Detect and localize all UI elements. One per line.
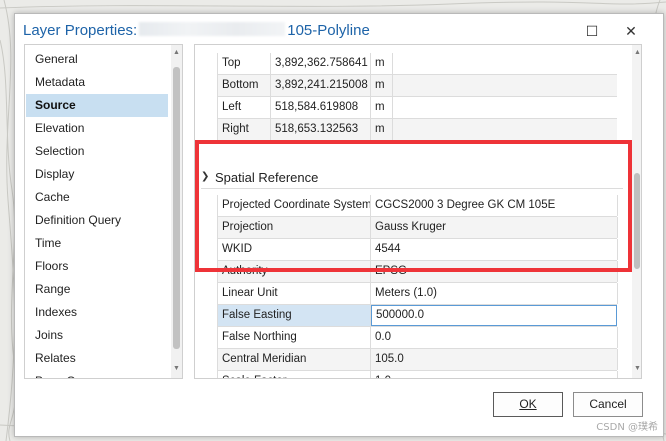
maximize-icon[interactable]: ☐ [581,20,603,42]
watermark-text: CSDN @璞希 [596,422,658,433]
sr-row-scale-factor: Scale Factor 1.0 [217,371,618,378]
extent-key: Top [218,53,271,74]
nav-item-time[interactable]: Time [26,232,168,255]
nav-item-source[interactable]: Source [26,94,168,117]
sr-key: Linear Unit [218,283,371,304]
false-easting-input[interactable]: 500000.0 [371,305,617,326]
property-page-list: General Metadata Source Elevation Select… [24,44,183,379]
nav-item-general[interactable]: General [26,48,168,71]
layer-properties-dialog: Layer Properties: 105-Polyline ☐ ✕ Genera… [14,13,664,437]
nav-scrollbar-thumb[interactable] [173,67,180,349]
sr-value: 1.0 [371,371,618,378]
nav-item-cache[interactable]: Cache [26,186,168,209]
properties-scrollbar-thumb[interactable] [634,173,640,269]
extent-unit: m [371,75,393,96]
nav-item-metadata[interactable]: Metadata [26,71,168,94]
sr-key: Central Meridian [218,349,371,370]
extent-value: 518,653.132563 [271,119,371,140]
close-icon[interactable]: ✕ [620,20,642,42]
sr-value: Meters (1.0) [371,283,618,304]
nav-item-display[interactable]: Display [26,163,168,186]
extent-value: 518,584.619808 [271,97,371,118]
sr-key: False Northing [218,327,371,348]
sr-key: False Easting [218,305,371,326]
extent-row-top: Top 3,892,362.758641 m [217,53,617,75]
nav-item-relates[interactable]: Relates [26,347,168,370]
nav-item-floors[interactable]: Floors [26,255,168,278]
nav-item-joins[interactable]: Joins [26,324,168,347]
scroll-up-icon[interactable]: ▲ [633,49,641,56]
sr-row-central-meridian: Central Meridian 105.0 [217,349,618,371]
dialog-title-suffix: 105-Polyline [287,22,370,39]
sr-row-false-easting: False Easting 500000.0 [217,305,617,327]
ok-label: OK [519,397,537,411]
properties-scrollbar[interactable]: ▲ ▼ [632,45,641,378]
scroll-down-icon[interactable]: ▼ [172,365,181,372]
scroll-up-icon[interactable]: ▲ [172,49,181,56]
extent-unit: m [371,97,393,118]
sr-row-linear-unit: Linear Unit Meters (1.0) [217,283,618,305]
sr-value: 0.0 [371,327,618,348]
title-bar: Layer Properties: 105-Polyline ☐ ✕ [15,14,663,48]
nav-item-range[interactable]: Range [26,278,168,301]
extent-value: 3,892,362.758641 [271,53,371,74]
dialog-title-prefix: Layer Properties: [23,22,138,39]
cancel-button[interactable]: Cancel [573,392,643,417]
sr-row-false-northing: False Northing 0.0 [217,327,618,349]
extent-row-right: Right 518,653.132563 m [217,119,617,141]
extent-row-bottom: Bottom 3,892,241.215008 m [217,75,617,97]
extent-key: Right [218,119,271,140]
redacted-layer-name [139,22,286,36]
extent-row-left: Left 518,584.619808 m [217,97,617,119]
extent-unit: m [371,119,393,140]
dialog-title: Layer Properties: 105-Polyline [23,22,370,39]
extent-key: Left [218,97,271,118]
nav-item-definition-query[interactable]: Definition Query [26,209,168,232]
extent-unit: m [371,53,393,74]
extent-value: 3,892,241.215008 [271,75,371,96]
nav-item-page-query[interactable]: Page Query [26,370,168,378]
scroll-down-icon[interactable]: ▼ [633,365,641,372]
nav-item-selection[interactable]: Selection [26,140,168,163]
sr-value: 105.0 [371,349,618,370]
nav-item-indexes[interactable]: Indexes [26,301,168,324]
nav-scrollbar[interactable]: ▲ ▼ [171,45,182,378]
sr-key: Scale Factor [218,371,371,378]
nav-item-elevation[interactable]: Elevation [26,117,168,140]
ok-button[interactable]: OK [493,392,563,417]
red-highlight-box [195,140,632,272]
extent-key: Bottom [218,75,271,96]
